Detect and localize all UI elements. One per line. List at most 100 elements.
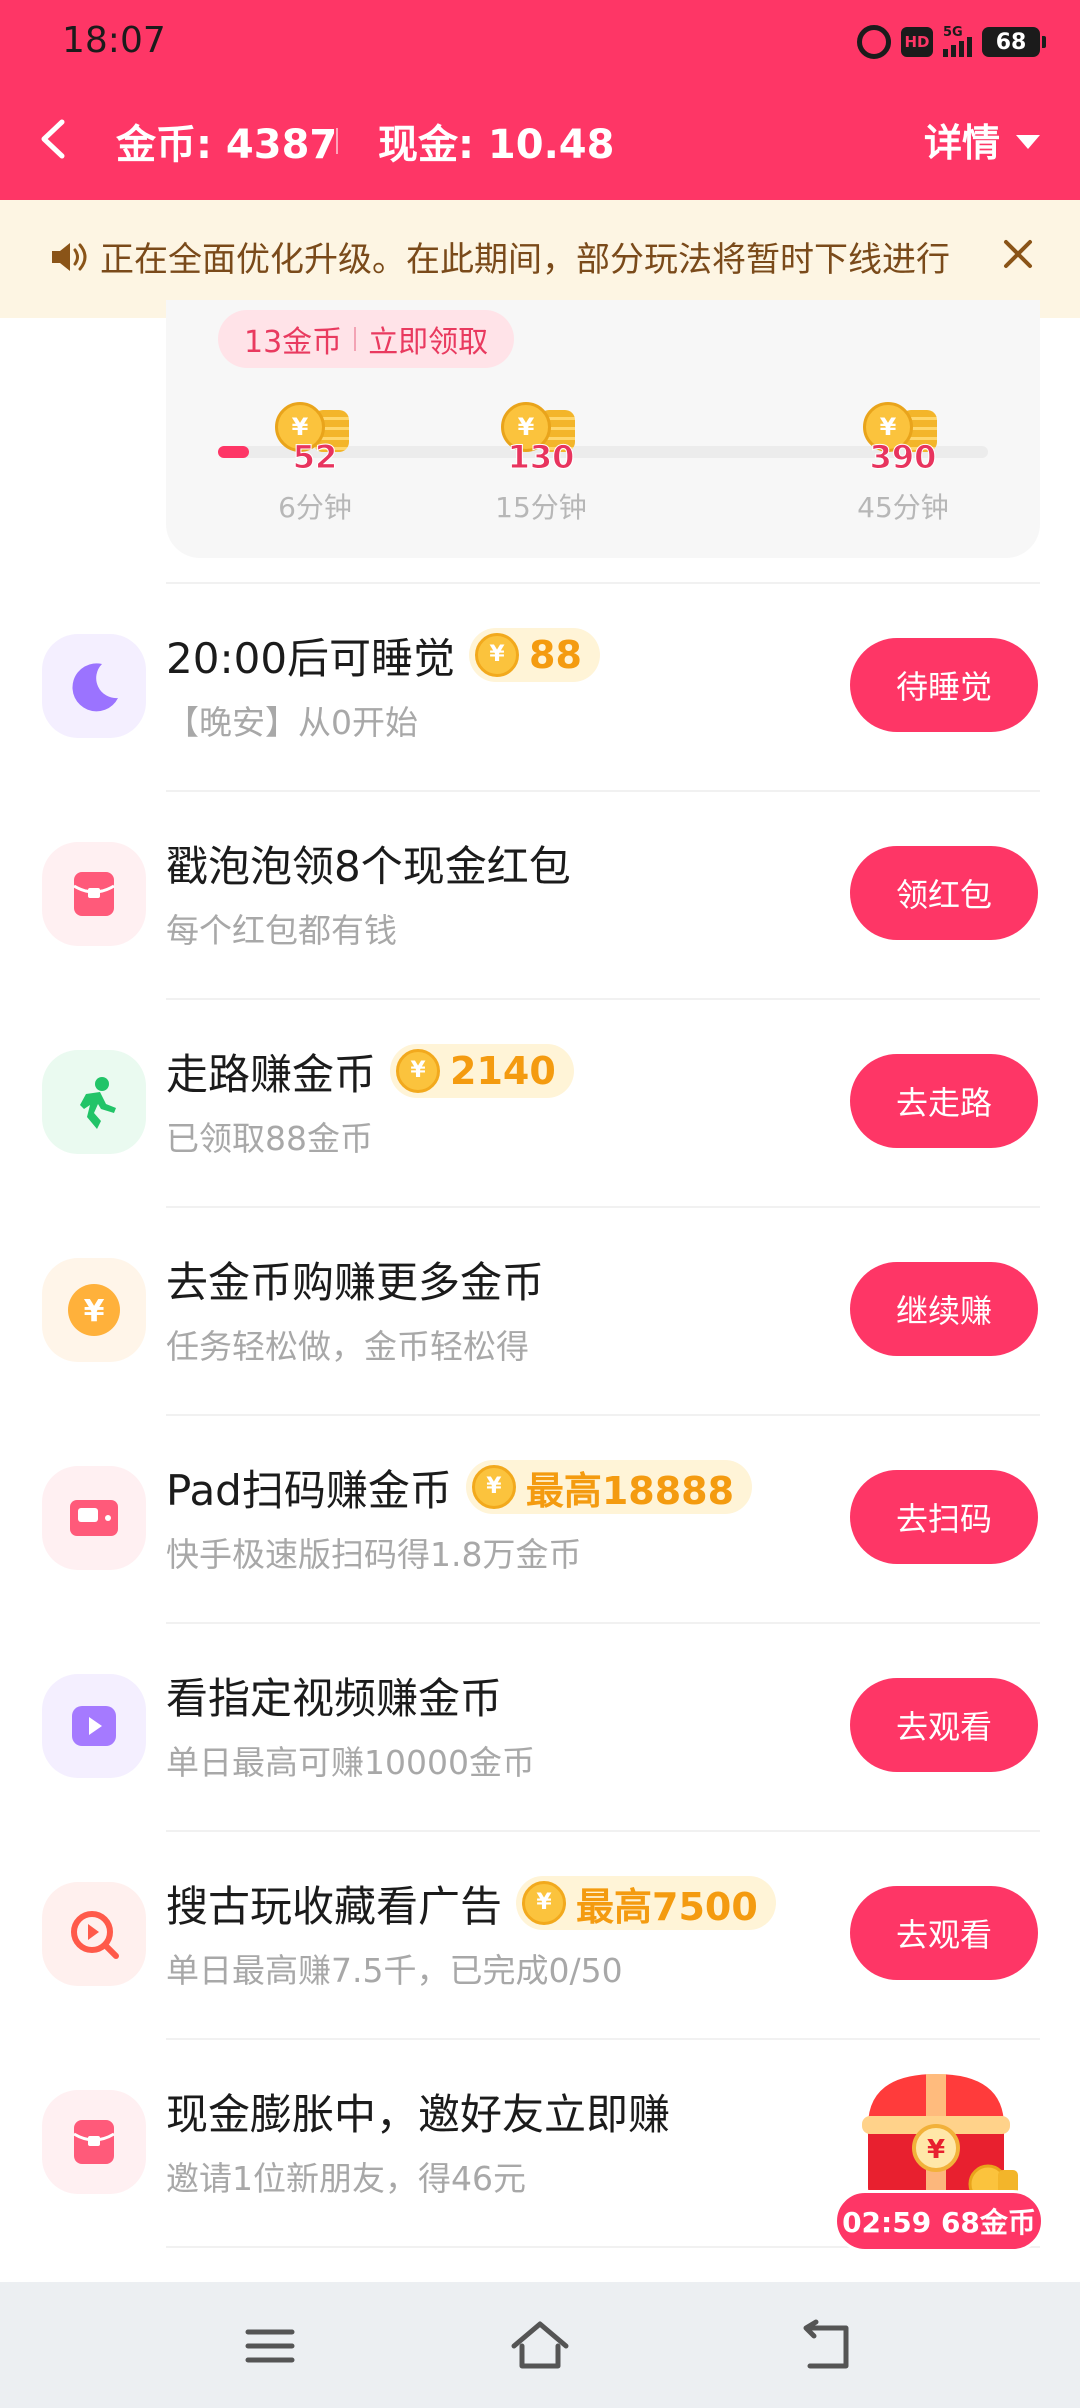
walk-button[interactable]: 去走路 [850,1054,1038,1148]
moon-icon [72,663,118,712]
alarm-icon [857,25,891,59]
details-label: 详情 [923,121,1000,165]
nav-row: 金币: 4387 现金: 10.48 详情 [0,100,1080,180]
task-row-sleep: 20:00后可睡觉 88 【晚安】从0开始 待睡觉 [0,584,1080,792]
task-icon [42,1050,146,1154]
task-subtitle: 已领取88金币 [166,1119,373,1158]
claim-coins: 13金币 [244,325,343,360]
yuan-coin-icon: ¥ [68,1284,120,1336]
task-subtitle: 单日最高赚7.5千，已完成0/50 [166,1951,623,1990]
task-icon [42,1674,146,1778]
continue-earn-button[interactable]: 继续赚 [850,1262,1038,1356]
play-video-icon [72,1706,116,1746]
walking-person-icon [80,1077,116,1129]
claim-redpacket-button[interactable]: 领红包 [850,846,1038,940]
task-row-coin-shop: ¥ 去金币购赚更多金币 任务轻松做，金币轻松得 继续赚 [0,1208,1080,1416]
progress-card: 13金币 立即领取 52 6分钟 130 15分钟 390 45分钟 [166,300,1040,558]
sleep-button[interactable]: 待睡觉 [850,638,1038,732]
milestone-time: 15分钟 [495,491,587,524]
coin-icon [396,1049,441,1093]
speaker-icon [52,243,87,271]
tablet-icon [70,1500,118,1536]
task-subtitle: 快手极速版扫码得1.8万金币 [166,1535,582,1574]
claim-reward-button[interactable]: 13金币 立即领取 [218,310,515,368]
task-title: 搜古玩收藏看广告 [166,1881,503,1931]
reward-badge: 最高7500 [516,1876,776,1930]
reward-value: 2140 [450,1049,556,1093]
task-subtitle: 【晚安】从0开始 [166,703,418,742]
home-icon[interactable] [508,2316,572,2376]
task-icon [42,842,146,946]
reward-value: 88 [529,633,582,677]
coin-icon [475,633,520,677]
task-row-watch-video: 看指定视频赚金币 单日最高可赚10000金币 去观看 [0,1624,1080,1832]
system-navigation-bar [0,2282,1080,2408]
menu-icon[interactable] [238,2316,302,2376]
task-row-antiques-ad: 搜古玩收藏看广告 最高7500 单日最高赚7.5千，已完成0/50 去观看 [0,1832,1080,2040]
milestone: 390 45分钟 [838,402,968,524]
task-title: 20:00后可睡觉 [166,633,456,683]
milestone: 130 15分钟 [476,402,606,524]
network-type: 5G [943,25,963,40]
watch-button[interactable]: 去观看 [850,1678,1038,1772]
task-row-walk: 走路赚金币 2140 已领取88金币 去走路 [0,1000,1080,1208]
header-bar: 18:07 HD 5G 68 金币: 4387 现金: 10.48 详情 [0,0,1080,200]
notice-text: 正在全面优化升级。在此期间，部分玩法将暂时下线进行 [100,240,950,280]
coin-icon [471,1465,516,1509]
red-envelope-icon [73,872,115,916]
reward-value: 最高18888 [525,1468,735,1513]
reward-badge: 2140 [390,1044,574,1098]
task-icon [42,2090,146,2194]
coin-icon [522,1881,567,1925]
watch-ad-button[interactable]: 去观看 [850,1886,1038,1980]
promo-countdown-badge: 02:59 68金币 [834,2190,1044,2252]
task-subtitle: 每个红包都有钱 [166,911,397,950]
task-title: 戳泡泡领8个现金红包 [166,841,571,891]
progress-fill [218,446,249,458]
task-row-pad-scan: Pad扫码赚金币 最高18888 快手极速版扫码得1.8万金币 去扫码 [0,1416,1080,1624]
milestone-coins: 52 [292,438,338,477]
task-title: 走路赚金币 [166,1049,377,1099]
chevron-left-icon [41,119,65,159]
task-icon: ¥ [42,1258,146,1362]
red-envelope-icon [73,2120,115,2164]
svg-text:¥: ¥ [927,2135,945,2165]
back-nav-icon[interactable] [794,2316,858,2376]
task-icon [42,634,146,738]
svg-text:¥: ¥ [84,1294,105,1329]
task-icon [42,1466,146,1570]
floating-treasure-chest[interactable]: ¥ 02:59 68金币 [830,2060,1050,2260]
reward-badge: 88 [469,628,600,682]
coin-balance: 金币: 4387 [116,122,338,168]
task-title: 看指定视频赚金币 [166,1673,503,1723]
task-subtitle: 邀请1位新朋友，得46元 [166,2159,526,2198]
details-button[interactable]: 详情 [924,112,1040,167]
milestone-time: 45分钟 [857,491,949,524]
close-icon[interactable] [994,230,1042,278]
task-row-bubble-redpacket: 戳泡泡领8个现金红包 每个红包都有钱 领红包 [0,792,1080,1000]
task-icon [42,1882,146,1986]
cash-balance: 现金: 10.48 [378,122,615,168]
task-subtitle: 任务轻松做，金币轻松得 [166,1327,529,1366]
milestone-coins: 130 [507,438,575,477]
milestone: 52 6分钟 [250,402,380,524]
divider [336,128,338,154]
signal-icon: 5G [943,25,972,57]
task-subtitle: 单日最高可赚10000金币 [166,1743,535,1782]
status-bar: 18:07 HD 5G 68 [0,0,1080,86]
search-play-icon [71,1911,119,1959]
milestone-time: 6分钟 [278,491,352,524]
claim-action: 立即领取 [368,325,489,360]
scan-button[interactable]: 去扫码 [850,1470,1038,1564]
reward-badge: 最高18888 [465,1460,753,1514]
status-icons: HD 5G 68 [857,22,1046,62]
back-button[interactable] [30,114,80,164]
battery-icon: 68 [982,27,1046,57]
task-title: 现金膨胀中，邀好友立即赚 [166,2089,671,2139]
status-time: 18:07 [62,20,166,61]
reward-value: 最高7500 [576,1884,758,1929]
caret-down-icon [1016,134,1040,149]
task-title: 去金币购赚更多金币 [166,1257,545,1307]
hd-icon: HD [901,27,933,57]
milestone-coins: 390 [869,438,937,477]
